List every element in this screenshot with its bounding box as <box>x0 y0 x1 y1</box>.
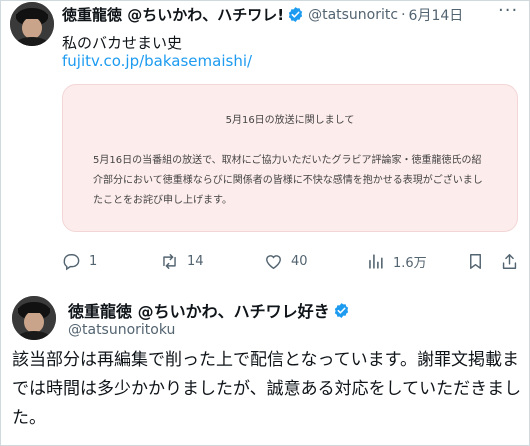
avatar-image <box>12 296 56 340</box>
more-options-icon[interactable]: ··· <box>498 0 518 21</box>
author-handle[interactable]: @tatsunoritoku <box>68 322 175 338</box>
verified-badge-icon <box>288 7 303 22</box>
tweet-header: 徳重龍徳 @ちいかわ、ハチワレ! @tatsunoritc · 6月14日 <box>62 4 463 25</box>
retweet-button[interactable]: 14 <box>160 252 204 271</box>
tweet-text: 私のバカせまい史 <box>62 34 183 52</box>
like-count: 40 <box>291 254 308 269</box>
retweet-count: 14 <box>187 254 204 269</box>
tweet-date[interactable]: 6月14日 <box>409 5 464 25</box>
views-icon <box>369 254 383 269</box>
like-icon <box>266 255 281 270</box>
avatar[interactable] <box>10 2 54 46</box>
share-button[interactable] <box>500 252 527 271</box>
retweet-icon <box>163 254 176 269</box>
card-body: 5月16日の当番組の放送で、取材にご協力いただいたグラビア評論家・徳重龍徳氏の紹… <box>93 155 483 206</box>
card-title: 5月16日の放送に関しまして <box>225 115 355 126</box>
avatar-image <box>10 2 54 46</box>
author-handle[interactable]: @tatsunoritc <box>308 7 398 23</box>
image-card[interactable]: 5月16日の放送に関しまして 5月16日の当番組の放送で、取材にご協力いただいた… <box>62 84 518 232</box>
author-name[interactable]: 徳重龍徳 @ちいかわ、ハチワレ! <box>62 4 284 25</box>
reply-count: 1 <box>89 254 98 269</box>
verified-badge-icon <box>334 302 348 318</box>
reply-icon <box>63 254 80 271</box>
bookmark-icon <box>470 254 481 269</box>
action-bar: 1 14 40 1.6万 <box>62 252 522 272</box>
views-count: 1.6万 <box>393 256 427 271</box>
reply-button[interactable]: 1 <box>62 252 97 271</box>
like-button[interactable]: 40 <box>264 252 308 271</box>
tweet-text: 該当部分は再編集で削った上で配信となっています。謝罪文掲載までは時間は多少かかり… <box>12 350 522 428</box>
tweet-link[interactable]: fujitv.co.jp/bakasemaishi/ <box>62 52 252 70</box>
share-icon <box>502 254 517 269</box>
separator: · <box>401 6 406 23</box>
bookmark-button[interactable] <box>466 252 493 271</box>
views-button[interactable]: 1.6万 <box>366 252 427 271</box>
tweet-header: 徳重龍徳 @ちいかわ、ハチワレ好き <box>68 298 350 322</box>
avatar[interactable] <box>12 296 56 340</box>
author-name[interactable]: 徳重龍徳 @ちいかわ、ハチワレ好き <box>68 298 330 322</box>
